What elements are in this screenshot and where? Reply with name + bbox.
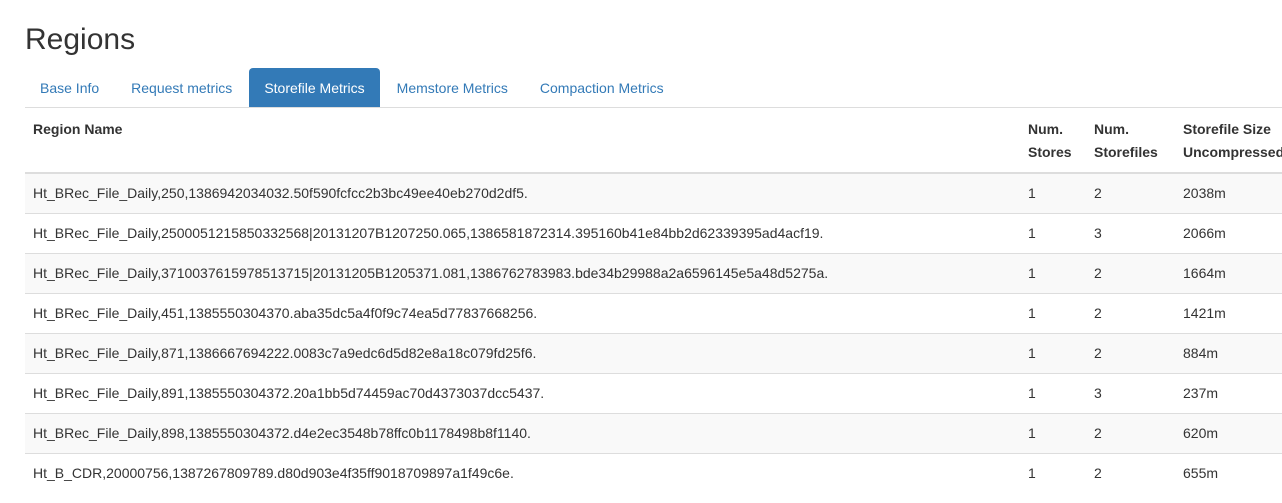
- tab-storefile-metrics[interactable]: Storefile Metrics: [249, 68, 380, 107]
- table-row: Ht_BRec_File_Daily,871,1386667694222.008…: [25, 333, 1282, 374]
- tab-memstore-metrics[interactable]: Memstore Metrics: [382, 68, 523, 107]
- cell-num-storefiles: 2: [1086, 253, 1175, 294]
- regions-table-container: Region Name Num. Stores Num. Storefiles …: [25, 108, 1282, 493]
- table-row: Ht_B_CDR,20000756,1387267809789.d80d903e…: [25, 453, 1282, 493]
- cell-num-storefiles: 3: [1086, 213, 1175, 254]
- cell-region-name: Ht_BRec_File_Daily,898,1385550304372.d4e…: [25, 413, 1020, 454]
- cell-num-storefiles: 2: [1086, 413, 1175, 454]
- cell-num-stores: 1: [1020, 172, 1086, 214]
- header-storefile-size-line2: Uncompressed: [1183, 144, 1282, 160]
- page-title: Regions: [25, 23, 136, 56]
- tab-compaction-metrics[interactable]: Compaction Metrics: [525, 68, 679, 107]
- cell-num-stores: 1: [1020, 373, 1086, 414]
- header-region-name-label: Region Name: [33, 121, 123, 137]
- cell-storefile-size: 2066m: [1175, 213, 1282, 254]
- cell-region-name: Ht_BRec_File_Daily,250,1386942034032.50f…: [25, 172, 1020, 214]
- tab-base-info[interactable]: Base Info: [25, 68, 114, 107]
- cell-storefile-size: 1664m: [1175, 253, 1282, 294]
- cell-num-storefiles: 2: [1086, 293, 1175, 334]
- cell-num-stores: 1: [1020, 293, 1086, 334]
- cell-storefile-size: 884m: [1175, 333, 1282, 374]
- column-header-num-stores: Num. Stores: [1020, 108, 1086, 174]
- header-storefile-size-line1: Storefile Size: [1183, 121, 1271, 137]
- cell-num-storefiles: 3: [1086, 373, 1175, 414]
- table-row: Ht_BRec_File_Daily,2500051215850332568|2…: [25, 213, 1282, 254]
- header-num-storefiles-line2: Storefiles: [1094, 144, 1158, 160]
- table-row: Ht_BRec_File_Daily,898,1385550304372.d4e…: [25, 413, 1282, 454]
- column-header-storefile-size: Storefile Size Uncompressed: [1175, 108, 1282, 174]
- cell-num-storefiles: 2: [1086, 172, 1175, 214]
- cell-num-storefiles: 2: [1086, 453, 1175, 493]
- cell-num-stores: 1: [1020, 413, 1086, 454]
- table-header-row: Region Name Num. Stores Num. Storefiles …: [25, 108, 1282, 174]
- column-header-num-storefiles: Num. Storefiles: [1086, 108, 1175, 174]
- cell-region-name: Ht_BRec_File_Daily,871,1386667694222.008…: [25, 333, 1020, 374]
- cell-region-name: Ht_BRec_File_Daily,451,1385550304370.aba…: [25, 293, 1020, 334]
- cell-num-stores: 1: [1020, 253, 1086, 294]
- cell-num-stores: 1: [1020, 213, 1086, 254]
- table-row: Ht_BRec_File_Daily,451,1385550304370.aba…: [25, 293, 1282, 334]
- header-num-storefiles-line1: Num.: [1094, 121, 1129, 137]
- cell-region-name: Ht_BRec_File_Daily,891,1385550304372.20a…: [25, 373, 1020, 414]
- cell-storefile-size: 1421m: [1175, 293, 1282, 334]
- cell-region-name: Ht_BRec_File_Daily,3710037615978513715|2…: [25, 253, 1020, 294]
- tab-request-metrics[interactable]: Request metrics: [116, 68, 247, 107]
- cell-num-stores: 1: [1020, 333, 1086, 374]
- regions-table: Region Name Num. Stores Num. Storefiles …: [25, 108, 1282, 493]
- cell-storefile-size: 620m: [1175, 413, 1282, 454]
- cell-region-name: Ht_BRec_File_Daily,2500051215850332568|2…: [25, 213, 1020, 254]
- table-row: Ht_BRec_File_Daily,3710037615978513715|2…: [25, 253, 1282, 294]
- header-num-stores-line2: Stores: [1028, 144, 1072, 160]
- table-row: Ht_BRec_File_Daily,891,1385550304372.20a…: [25, 373, 1282, 414]
- cell-storefile-size: 2038m: [1175, 172, 1282, 214]
- header-num-stores-line1: Num.: [1028, 121, 1063, 137]
- metrics-tabs: Base Info Request metrics Storefile Metr…: [25, 67, 1282, 108]
- cell-region-name: Ht_B_CDR,20000756,1387267809789.d80d903e…: [25, 453, 1020, 493]
- cell-storefile-size: 237m: [1175, 373, 1282, 414]
- cell-storefile-size: 655m: [1175, 453, 1282, 493]
- column-header-region-name: Region Name: [25, 108, 1020, 174]
- cell-num-stores: 1: [1020, 453, 1086, 493]
- cell-num-storefiles: 2: [1086, 333, 1175, 374]
- table-row: Ht_BRec_File_Daily,250,1386942034032.50f…: [25, 172, 1282, 214]
